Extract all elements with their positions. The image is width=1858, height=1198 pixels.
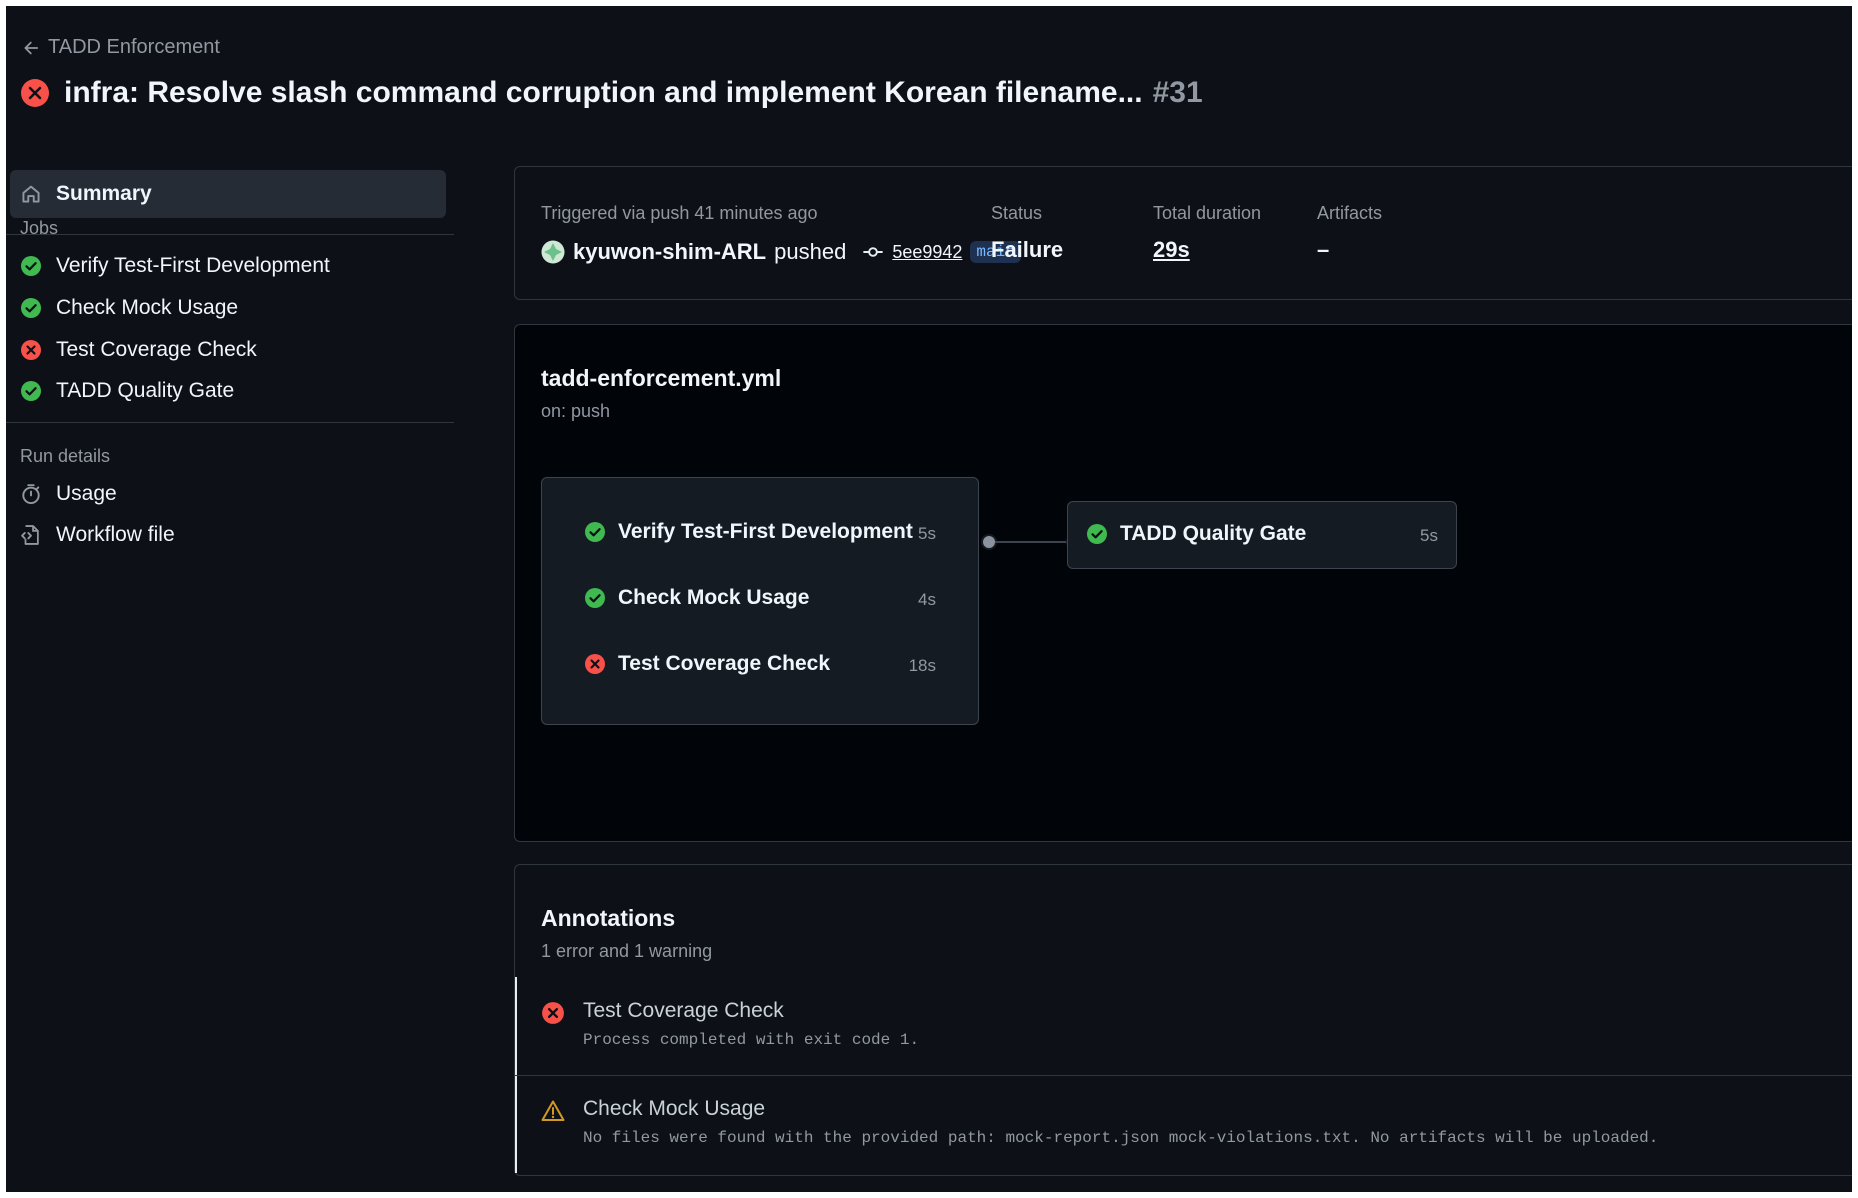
sidebar-job-label: Verify Test-First Development [56,254,330,277]
graph-job-tadd-quality-gate[interactable]: TADD Quality Gate 5s [1067,501,1457,569]
job-group-box: Verify Test-First Development 5s Check M… [541,477,979,725]
avatar[interactable] [541,240,565,264]
push-info: kyuwon-shim-ARL pushed 5ee9942 main [541,239,1021,265]
graph-job-label: Check Mock Usage [618,586,810,609]
graph-job-check-mock-usage[interactable]: Check Mock Usage [584,586,809,610]
annotations-title: Annotations [541,905,676,931]
success-check-icon [21,256,41,276]
failure-x-circle-icon [21,79,49,107]
sidebar-job-label: Test Coverage Check [56,338,257,361]
graph-job-duration: 4s [918,590,936,609]
sidebar-job-label: TADD Quality Gate [56,379,235,402]
sidebar-job-verify-test-first[interactable]: Verify Test-First Development [20,254,330,278]
sidebar-job-test-coverage-check[interactable]: Test Coverage Check [20,338,257,362]
run-title-row: infra: Resolve slash command corruption … [20,76,1203,110]
error-x-circle-icon [542,1002,564,1024]
workflow-graph-panel: tadd-enforcement.yml on: push Verify Tes… [514,324,1852,842]
status-label: Status [991,203,1043,223]
duration-label: Total duration [1153,203,1262,223]
triggered-label: Triggered via push 41 minutes ago [541,203,818,223]
jobs-heading: Jobs [20,218,59,238]
success-check-icon [21,298,41,318]
workflow-name[interactable]: TADD Enforcement [48,36,220,59]
run-details-heading: Run details [20,446,111,466]
file-code-icon [21,525,39,545]
divider [6,422,454,423]
annotation-message: Process completed with exit code 1. [583,1031,920,1049]
divider [515,1075,1852,1076]
graph-job-label: Test Coverage Check [618,652,831,675]
sidebar-job-tadd-quality-gate[interactable]: TADD Quality Gate [20,379,234,403]
failure-x-circle-icon [585,654,605,674]
sidebar-item-label: Summary [56,182,152,205]
graph-job-duration: 5s [918,524,936,543]
status-value: Failure [991,237,1064,262]
run-summary-panel: Triggered via push 41 minutes ago kyuwon… [514,166,1852,300]
graph-job-row: TADD Quality Gate [1086,522,1306,546]
commit-icon [863,247,883,257]
sidebar-item-label: Workflow file [56,523,175,546]
artifacts-label: Artifacts [1317,203,1383,223]
graph-job-duration: 18s [908,656,936,675]
workflow-run-page: TADD Enforcement infra: Resolve slash co… [6,6,1852,1192]
annotations-panel: Annotations 1 error and 1 warning Test C… [514,864,1852,1176]
success-check-icon [585,588,605,608]
duration-value[interactable]: 29s [1153,237,1190,263]
back-to-workflow-link[interactable]: TADD Enforcement [22,36,220,59]
annotation-message: No files were found with the provided pa… [583,1129,1659,1147]
sidebar-item-workflow-file[interactable]: Workflow file [20,523,175,547]
graph-job-label: Verify Test-First Development [618,520,913,543]
annotations-subtitle: 1 error and 1 warning [541,941,713,961]
annotation-title: Check Mock Usage [583,1097,766,1120]
sidebar-job-label: Check Mock Usage [56,296,239,319]
sidebar-item-usage[interactable]: Usage [20,482,117,506]
sidebar-item-summary[interactable]: Summary [10,170,446,218]
pushed-word: pushed [774,239,847,264]
commit-sha-link[interactable]: 5ee9942 [892,242,962,263]
workflow-file-name[interactable]: tadd-enforcement.yml [541,365,781,392]
run-number: #31 [1152,76,1203,109]
home-icon [22,185,40,203]
workflow-trigger: on: push [541,401,611,421]
divider [6,234,454,235]
warning-triangle-icon [541,1100,565,1121]
graph-job-label: TADD Quality Gate [1120,522,1307,545]
success-check-icon [21,381,41,401]
arrow-left-icon [24,41,39,54]
graph-job-duration: 5s [1420,526,1438,545]
success-check-icon [585,522,605,542]
success-check-icon [1087,524,1107,544]
artifacts-value: – [1317,237,1330,262]
failure-x-circle-icon [21,340,41,360]
graph-job-verify-test-first[interactable]: Verify Test-First Development [584,520,913,544]
stopwatch-icon [22,484,40,505]
job-connector-line [995,541,1067,543]
graph-job-test-coverage-check[interactable]: Test Coverage Check [584,652,830,676]
annotation-title: Test Coverage Check [583,999,784,1022]
page-title: infra: Resolve slash command corruption … [64,76,1203,109]
sidebar-item-label: Usage [56,482,117,505]
actor-link[interactable]: kyuwon-shim-ARL [573,239,766,265]
sidebar-job-check-mock-usage[interactable]: Check Mock Usage [20,296,238,320]
